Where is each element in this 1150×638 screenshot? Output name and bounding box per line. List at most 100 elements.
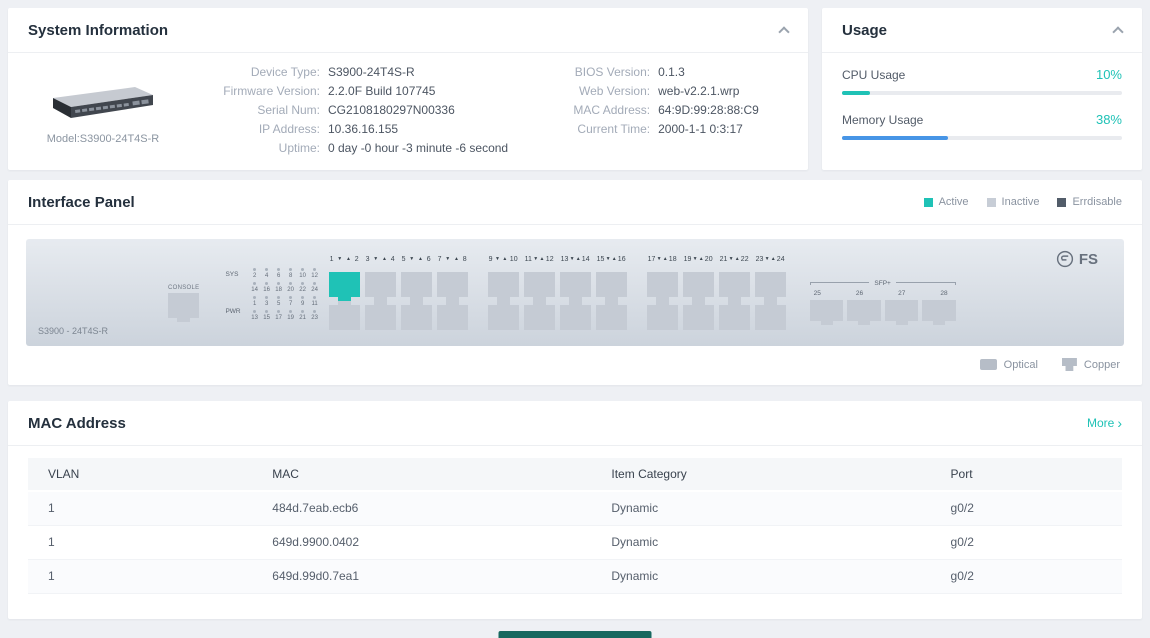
port-3[interactable] (365, 272, 396, 297)
system-information-body: Model:S3900-24T4S-R Device Type:S3900-24… (8, 53, 808, 161)
led-number: 12 (309, 273, 321, 280)
mac-table: VLAN MAC Item Category Port 1 484d.7eab.… (28, 458, 1122, 594)
memory-progress-track (842, 136, 1122, 140)
port-24[interactable] (755, 305, 786, 330)
port-1[interactable] (329, 272, 360, 297)
led-indicator-icon (289, 282, 292, 285)
port-6[interactable] (401, 305, 432, 330)
port-25[interactable] (810, 300, 844, 321)
field-label: Current Time: (566, 123, 650, 135)
fs-logo-text: FS (1079, 251, 1098, 268)
table-header-row: VLAN MAC Item Category Port (28, 458, 1122, 491)
port-5[interactable] (401, 272, 432, 297)
port-14[interactable] (560, 305, 591, 330)
port-16[interactable] (596, 305, 627, 330)
port-13[interactable] (560, 272, 591, 297)
console-port (168, 293, 199, 318)
led-number: 8 (285, 273, 297, 280)
led-number: 21 (297, 315, 309, 322)
port-column: 3▼▲4 (365, 255, 396, 330)
cell-vlan: 1 (28, 525, 252, 559)
cell-port: g0/2 (931, 559, 1122, 593)
port-11[interactable] (524, 272, 555, 297)
more-link[interactable]: More› (1087, 416, 1122, 430)
column-header-vlan: VLAN (28, 458, 252, 491)
port-column: 9▼▲10 (488, 255, 519, 330)
led-indicator-icon (313, 310, 316, 313)
led-number: 7 (285, 301, 297, 308)
led-number: 14 (249, 287, 261, 294)
system-info-fields-left: Device Type:S3900-24T4S-R Firmware Versi… (220, 66, 508, 161)
port-12[interactable] (524, 305, 555, 330)
legend-label: Optical (1004, 359, 1038, 371)
port-10[interactable] (488, 305, 519, 330)
pwr-led-label: PWR (225, 308, 240, 315)
port-19[interactable] (683, 272, 714, 297)
led-indicator-icon (253, 268, 256, 271)
port-column: 19▼▲20 (683, 255, 714, 330)
collapse-chevron-icon[interactable] (1112, 26, 1123, 37)
port-7[interactable] (437, 272, 468, 297)
port-8[interactable] (437, 305, 468, 330)
port-28[interactable] (922, 300, 956, 321)
port-20[interactable] (683, 305, 714, 330)
device-image (47, 74, 159, 126)
port-pair-label: 7▼▲8 (437, 255, 468, 264)
legend-item-inactive: Inactive (987, 196, 1040, 208)
port-column: 21▼▲22 (719, 255, 750, 330)
legend-item-errdisable: Errdisable (1057, 196, 1122, 208)
sfp-numbers: 25262728 (810, 287, 956, 300)
led-number: 1 (249, 301, 261, 308)
port-9[interactable] (488, 272, 519, 297)
legend-item-active: Active (924, 196, 969, 208)
field-value: 0.1.3 (658, 66, 685, 78)
port-18[interactable] (647, 305, 678, 330)
led-indicator-icon (253, 310, 256, 313)
collapse-chevron-icon[interactable] (778, 26, 789, 37)
cpu-progress-fill (842, 91, 870, 95)
port-21[interactable] (719, 272, 750, 297)
port-pair-label: 3▼▲4 (365, 255, 396, 264)
port-pair-label: 1▼▲2 (329, 255, 360, 264)
field-label: MAC Address: (566, 104, 650, 116)
led-dot-row (249, 308, 321, 315)
port-22[interactable] (719, 305, 750, 330)
port-27[interactable] (885, 300, 919, 321)
table-row: 1 649d.9900.0402 Dynamic g0/2 (28, 525, 1122, 559)
port-23[interactable] (755, 272, 786, 297)
field-value: S3900-24T4S-R (328, 66, 415, 78)
field-value: 2000-1-1 0:3:17 (658, 123, 743, 135)
port-pair-label: 15▼▲16 (596, 255, 627, 264)
column-header-port: Port (931, 458, 1122, 491)
port-2[interactable] (329, 305, 360, 330)
led-indicator-icon (301, 296, 304, 299)
led-number: 6 (273, 273, 285, 280)
led-dot-row (249, 266, 321, 273)
port-17[interactable] (647, 272, 678, 297)
mac-table-wrap: VLAN MAC Item Category Port 1 484d.7eab.… (8, 446, 1142, 616)
led-number: 13 (249, 315, 261, 322)
port-4[interactable] (365, 305, 396, 330)
led-indicator-icon (289, 296, 292, 299)
inactive-swatch-icon (987, 198, 996, 207)
column-header-mac: MAC (252, 458, 591, 491)
copper-port-icon (1062, 358, 1077, 371)
led-number-row: 131517192123 (249, 315, 321, 322)
port-pair-label: 9▼▲10 (488, 255, 519, 264)
led-number: 9 (297, 301, 309, 308)
chevron-right-icon: › (1117, 417, 1122, 429)
led-number: 2 (249, 273, 261, 280)
led-number: 19 (285, 315, 297, 322)
table-row: 1 484d.7eab.ecb6 Dynamic g0/2 (28, 491, 1122, 525)
cpu-usage-value: 10% (1096, 67, 1122, 82)
switch-front-panel: S3900 - 24T4S-R CONSOLE SYS PWR 24681012… (26, 239, 1124, 346)
port-15[interactable] (596, 272, 627, 297)
usage-card: Usage CPU Usage 10% Memory Usage 38% (822, 8, 1142, 170)
field-value: 10.36.16.155 (328, 123, 398, 135)
port-group: 9▼▲1011▼▲1213▼▲1415▼▲16 (488, 255, 627, 330)
cell-port: g0/2 (931, 491, 1122, 525)
port-pair-label: 19▼▲20 (683, 255, 714, 264)
port-26[interactable] (847, 300, 881, 321)
led-number: 15 (261, 315, 273, 322)
port-column: 15▼▲16 (596, 255, 627, 330)
